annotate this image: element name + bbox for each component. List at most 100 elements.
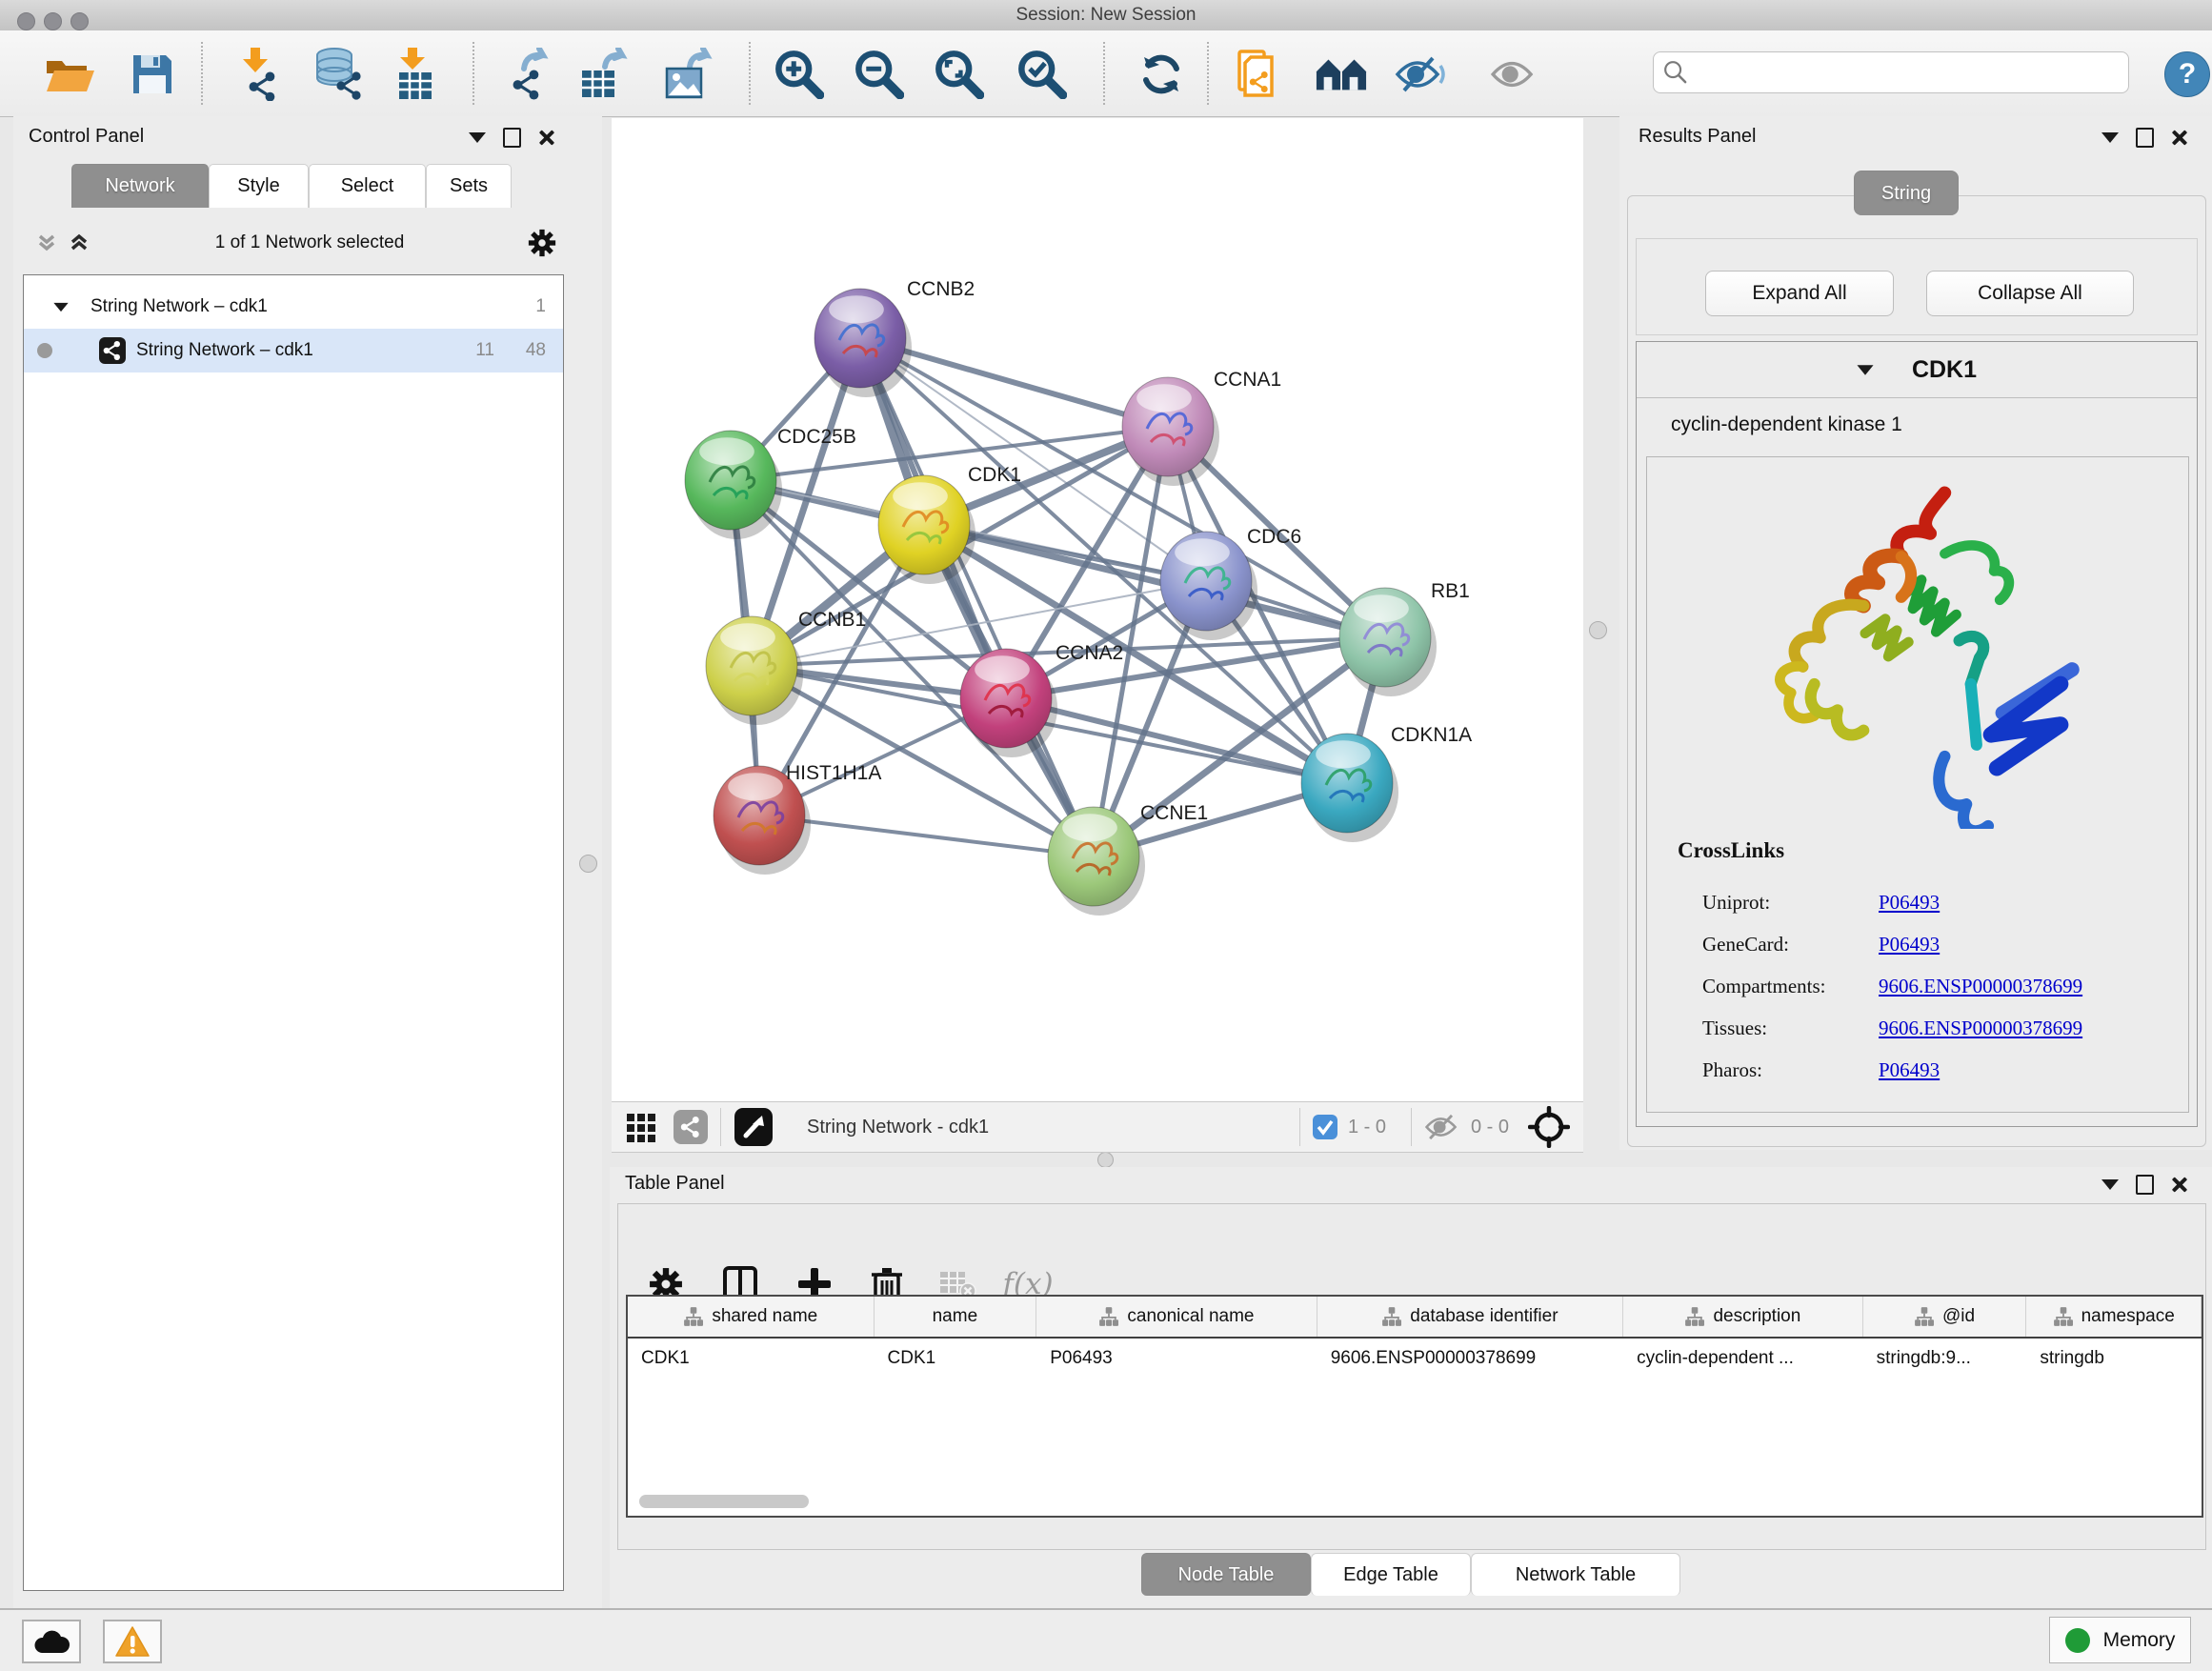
birds-eye-view-icon[interactable] [733,1106,774,1148]
node-CCNA2[interactable] [960,649,1057,757]
crosslink-link[interactable]: P06493 [1879,933,1940,956]
tab-edge-table[interactable]: Edge Table [1311,1553,1471,1596]
crosslink-link[interactable]: 9606.ENSP00000378699 [1879,975,2082,998]
network-canvas[interactable]: CCNB2CCNA1CDC25BCDK1CDC6RB1CCNB1CCNA2CDK… [612,118,1583,1101]
table-cell[interactable]: P06493 [1036,1339,1317,1379]
search-box[interactable] [1653,51,2129,93]
collapse-arrow-icon[interactable] [53,302,68,311]
table-cell[interactable]: CDK1 [628,1339,875,1379]
column-header-shared-name[interactable]: shared name [628,1297,875,1337]
bottom-splitter-handle[interactable] [1097,1152,1114,1168]
panel-menu-icon[interactable] [2101,1179,2119,1190]
column-header-namespace[interactable]: namespace [2026,1297,2202,1337]
node-CDK1[interactable] [878,475,975,584]
node-result-header[interactable]: CDK1 [1637,342,2197,398]
import-network-icon[interactable] [229,48,282,101]
tab-string[interactable]: String [1854,171,1959,215]
edge-CCNB2-CCNE1[interactable] [860,338,1094,856]
collapse-all-icon[interactable] [34,231,59,255]
collapse-arrow-icon[interactable] [1857,365,1873,374]
table-cell[interactable]: cyclin-dependent ... [1623,1339,1863,1379]
tab-network[interactable]: Network [71,164,209,208]
cloud-icon[interactable] [22,1620,81,1663]
export-table-icon[interactable] [576,48,630,101]
table-cell[interactable]: stringdb:9... [1863,1339,2027,1379]
close-panel-icon[interactable] [2171,130,2187,146]
table-panel: Table Panel [610,1167,2212,1608]
zoom-fit-icon[interactable] [933,48,986,101]
table-cell[interactable]: CDK1 [875,1339,1037,1379]
import-table-icon[interactable] [389,48,442,101]
network-view-title: String Network - cdk1 [807,1117,989,1138]
gear-icon[interactable] [528,229,556,257]
column-header-database-identifier[interactable]: database identifier [1317,1297,1623,1337]
zoom-in-icon[interactable] [773,48,826,101]
memory-button[interactable]: Memory [2049,1617,2191,1663]
close-panel-icon[interactable] [2171,1177,2187,1193]
zoom-out-icon[interactable] [853,48,906,101]
collapse-all-button[interactable]: Collapse All [1926,271,2134,316]
export-network-icon[interactable] [503,48,556,101]
crosshair-icon[interactable] [1528,1106,1570,1148]
table-row[interactable]: CDK1CDK1P064939606.ENSP00000378699cyclin… [628,1339,2202,1379]
footer-separator [1299,1108,1300,1146]
tab-network-table[interactable]: Network Table [1471,1553,1680,1596]
show-eye-icon[interactable] [1487,48,1540,101]
refresh-icon[interactable] [1135,48,1188,101]
network-grid-view-icon[interactable] [625,1110,659,1144]
search-input[interactable] [1696,61,2119,84]
crosslink-label: Uniprot: [1702,891,1879,915]
import-database-icon[interactable] [313,48,367,101]
close-panel-icon[interactable] [538,130,554,146]
houses-icon[interactable] [1315,48,1368,101]
crosslink-link[interactable]: P06493 [1879,891,1940,915]
node-CCNE1[interactable] [1048,807,1145,916]
node-CCNB2[interactable] [814,289,912,397]
float-panel-icon[interactable] [2136,128,2154,148]
clone-network-icon[interactable] [1234,48,1287,101]
node-result-description: cyclin-dependent kinase 1 [1637,398,2197,451]
hide-eye-icon[interactable] [1395,48,1448,101]
column-header-description[interactable]: description [1623,1297,1863,1337]
network-graph[interactable]: CCNB2CCNA1CDC25BCDK1CDC6RB1CCNB1CCNA2CDK… [612,118,1583,1101]
open-folder-icon[interactable] [43,48,96,101]
panel-menu-icon[interactable] [2101,132,2119,143]
help-icon[interactable]: ? [2164,51,2210,97]
crosslink-link[interactable]: P06493 [1879,1058,1940,1082]
table-cell[interactable]: stringdb [2026,1339,2202,1379]
node-CDKN1A[interactable] [1301,734,1398,842]
column-header--id[interactable]: @id [1863,1297,2027,1337]
float-panel-icon[interactable] [2136,1175,2154,1195]
float-panel-icon[interactable] [503,128,521,148]
node-RB1[interactable] [1339,588,1437,696]
crosslink-link[interactable]: 9606.ENSP00000378699 [1879,1017,2082,1040]
network-collection-row[interactable]: String Network – cdk1 1 [24,285,563,329]
string-network-icon [98,336,127,365]
node-CDC25B[interactable] [685,431,782,539]
network-view-mode-icon[interactable] [673,1109,709,1145]
tab-style[interactable]: Style [209,164,309,208]
panel-menu-icon[interactable] [469,132,486,143]
expand-all-button[interactable]: Expand All [1705,271,1894,316]
network-row[interactable]: String Network – cdk1 11 48 [24,329,563,372]
left-splitter-handle[interactable] [579,855,597,873]
node-table[interactable]: shared namenamecanonical namedatabase id… [626,1295,2203,1518]
column-header-canonical-name[interactable]: canonical name [1036,1297,1317,1337]
selected-checkbox-icon[interactable] [1312,1114,1338,1140]
horizontal-scrollbar[interactable] [639,1495,809,1508]
warning-icon[interactable] [103,1620,162,1663]
crosslink-row: Compartments:9606.ENSP00000378699 [1702,972,2188,1000]
tab-sets[interactable]: Sets [426,164,512,208]
zoom-selected-icon[interactable] [1016,48,1069,101]
export-image-icon[interactable] [661,48,714,101]
expand-all-icon[interactable] [67,231,91,255]
save-floppy-icon[interactable] [126,48,179,101]
node-CCNA1[interactable] [1122,377,1219,486]
network-selected-status: 1 of 1 Network selected [91,232,528,253]
table-cell[interactable]: 9606.ENSP00000378699 [1317,1339,1623,1379]
hidden-eye-icon[interactable] [1423,1113,1461,1141]
column-header-name[interactable]: name [875,1297,1037,1337]
tab-node-table[interactable]: Node Table [1141,1553,1311,1596]
tab-select[interactable]: Select [309,164,426,208]
right-splitter-handle[interactable] [1589,621,1607,639]
